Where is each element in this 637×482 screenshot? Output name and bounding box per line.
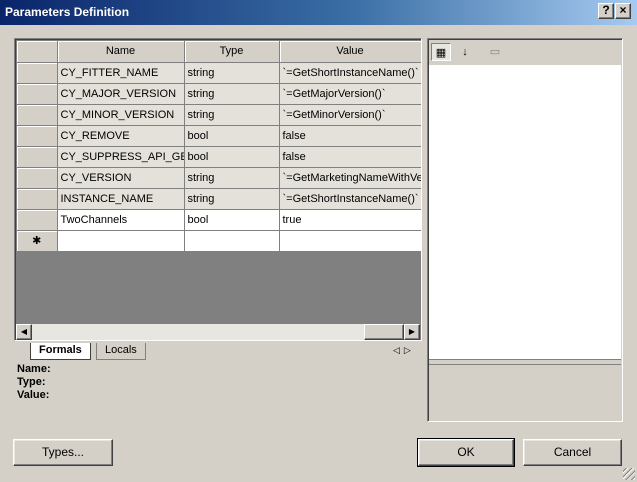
table-row[interactable]: CY_MINOR_VERSION string `=GetMinorVersio…: [17, 104, 421, 126]
row-header[interactable]: [17, 209, 58, 231]
column-header-type[interactable]: Type: [184, 41, 280, 63]
row-header[interactable]: [17, 188, 58, 210]
row-header[interactable]: [17, 146, 58, 168]
param-value-cell[interactable]: true: [279, 209, 421, 231]
row-header[interactable]: [17, 104, 58, 126]
corner-header-cell[interactable]: [17, 41, 58, 63]
param-name-cell[interactable]: CY_MINOR_VERSION: [57, 104, 185, 126]
new-row[interactable]: ✱: [17, 230, 421, 252]
param-name-cell[interactable]: TwoChannels: [57, 209, 185, 231]
ok-button[interactable]: OK: [417, 438, 515, 467]
new-value-cell[interactable]: [279, 230, 421, 252]
param-name-cell[interactable]: CY_VERSION: [57, 167, 185, 189]
param-value-cell[interactable]: `=GetMajorVersion()`: [279, 83, 421, 105]
param-name-cell[interactable]: CY_FITTER_NAME: [57, 62, 185, 84]
tab-scroll-right-icon[interactable]: ▷: [404, 345, 415, 355]
scroll-right-button[interactable]: ▶: [404, 324, 420, 340]
param-type-cell[interactable]: bool: [184, 125, 280, 147]
cancel-button[interactable]: Cancel: [523, 439, 622, 466]
horizontal-scrollbar[interactable]: ◀ ▶: [16, 324, 420, 340]
column-header-name[interactable]: Name: [57, 41, 185, 63]
param-type-cell[interactable]: string: [184, 83, 280, 105]
parameters-grid[interactable]: Name Type Value CY_FITTER_NAME string `=…: [14, 38, 422, 341]
new-row-icon: ✱: [17, 230, 58, 252]
alphabetical-sort-icon[interactable]: ↓: [455, 43, 475, 61]
tab-locals[interactable]: Locals: [96, 343, 146, 360]
param-type-cell[interactable]: string: [184, 167, 280, 189]
tab-formals[interactable]: Formals: [30, 343, 91, 360]
row-header[interactable]: [17, 167, 58, 189]
title-bar[interactable]: Parameters Definition ? ×: [0, 0, 637, 25]
table-row[interactable]: INSTANCE_NAME string `=GetShortInstanceN…: [17, 188, 421, 210]
property-grid-area[interactable]: [429, 65, 621, 360]
arrow-left-icon: ◀: [20, 327, 28, 336]
window-title: Parameters Definition: [5, 5, 130, 19]
param-value-cell[interactable]: false: [279, 146, 421, 168]
resize-grip[interactable]: [623, 468, 635, 480]
param-type-cell[interactable]: string: [184, 188, 280, 210]
param-name-cell[interactable]: INSTANCE_NAME: [57, 188, 185, 210]
row-header[interactable]: [17, 83, 58, 105]
param-type-cell[interactable]: bool: [184, 209, 280, 231]
param-value-cell[interactable]: `=GetShortInstanceName()`: [279, 62, 421, 84]
property-description-area: [429, 364, 621, 420]
help-button[interactable]: ?: [598, 3, 614, 19]
table-row[interactable]: CY_VERSION string `=GetMarketingNameWith…: [17, 167, 421, 189]
categorized-icon[interactable]: ▦: [431, 43, 451, 61]
param-type-cell[interactable]: string: [184, 104, 280, 126]
property-pages-icon[interactable]: ▭: [485, 43, 505, 61]
table-row[interactable]: CY_SUPPRESS_API_GEN bool false: [17, 146, 421, 168]
close-button[interactable]: ×: [615, 3, 631, 19]
param-name-cell[interactable]: CY_MAJOR_VERSION: [57, 83, 185, 105]
grid-header-row: Name Type Value: [17, 41, 421, 63]
property-toolbar: ▦ ↓ ▭: [429, 40, 621, 64]
table-row[interactable]: CY_REMOVE bool false: [17, 125, 421, 147]
table-row[interactable]: CY_MAJOR_VERSION string `=GetMajorVersio…: [17, 83, 421, 105]
parameters-table: Name Type Value CY_FITTER_NAME string `=…: [17, 41, 421, 252]
column-header-value[interactable]: Value: [279, 41, 421, 63]
param-name-cell[interactable]: CY_SUPPRESS_API_GEN: [57, 146, 185, 168]
table-row[interactable]: CY_FITTER_NAME string `=GetShortInstance…: [17, 62, 421, 84]
arrow-right-icon: ▶: [408, 327, 416, 336]
param-type-cell[interactable]: bool: [184, 146, 280, 168]
help-icon: ?: [602, 3, 610, 17]
row-header[interactable]: [17, 62, 58, 84]
new-name-cell[interactable]: [57, 230, 185, 252]
close-icon: ×: [619, 3, 627, 17]
param-value-cell[interactable]: `=GetShortInstanceName()`: [279, 188, 421, 210]
scroll-left-button[interactable]: ◀: [16, 324, 32, 340]
param-name-cell[interactable]: CY_REMOVE: [57, 125, 185, 147]
tab-scroll-left-icon[interactable]: ◁: [393, 345, 404, 355]
info-name-label: Name:: [17, 363, 51, 375]
param-value-cell[interactable]: false: [279, 125, 421, 147]
types-button[interactable]: Types...: [13, 439, 113, 466]
param-type-cell[interactable]: string: [184, 62, 280, 84]
table-row[interactable]: TwoChannels bool true: [17, 209, 421, 231]
scrollbar-thumb[interactable]: [364, 324, 404, 340]
param-value-cell[interactable]: `=GetMinorVersion()`: [279, 104, 421, 126]
new-type-cell[interactable]: [184, 230, 280, 252]
row-header[interactable]: [17, 125, 58, 147]
tab-scroll-arrows[interactable]: ◁▷: [393, 345, 415, 356]
info-type-label: Type:: [17, 376, 46, 388]
info-value-label: Value:: [17, 389, 50, 401]
param-value-cell[interactable]: `=GetMarketingNameWithVersion()`: [279, 167, 421, 189]
